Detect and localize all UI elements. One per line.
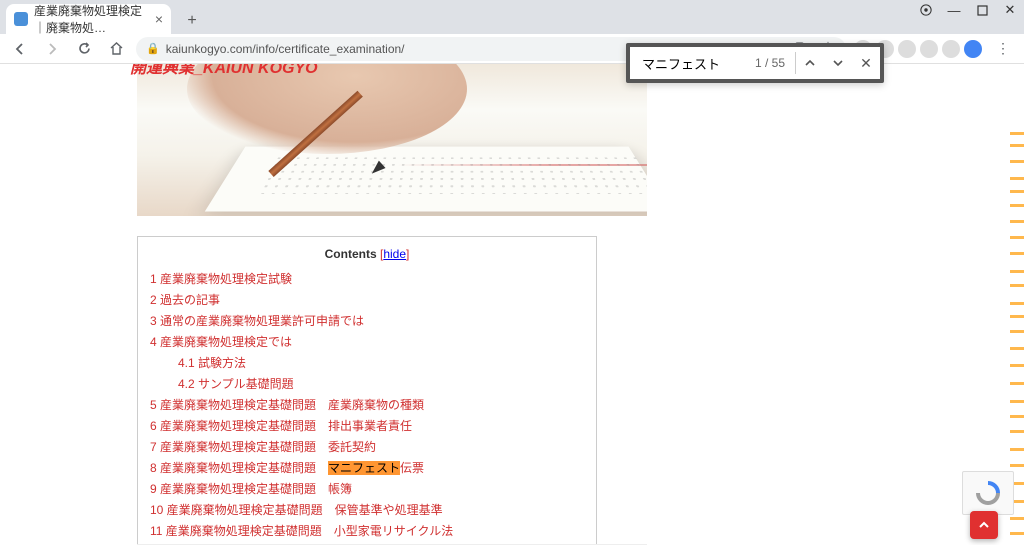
toc-link[interactable]: 11 産業廃棄物処理検定基礎問題 小型家電リサイクル法	[150, 524, 453, 538]
extension-icon-5[interactable]	[942, 40, 960, 58]
minimap-match-marker[interactable]	[1010, 160, 1024, 163]
toc-item: 8 産業廃棄物処理検定基礎問題 マニフェスト伝票	[150, 458, 584, 479]
toc-link[interactable]: 4.2 サンプル基礎問題	[178, 377, 294, 391]
toc-item: 2 過去の記事	[150, 290, 584, 311]
extension-icon-3[interactable]	[898, 40, 916, 58]
forward-button[interactable]	[40, 37, 64, 61]
toc-item: 4 産業廃棄物処理検定では	[150, 332, 584, 353]
extension-icon-4[interactable]	[920, 40, 938, 58]
toc-link[interactable]: 5 産業廃棄物処理検定基礎問題 産業廃棄物の種類	[150, 398, 424, 412]
back-button[interactable]	[8, 37, 32, 61]
tab-favicon	[14, 12, 28, 26]
toc-link[interactable]: 3 通常の産業廃棄物処理業許可申請では	[150, 314, 364, 328]
find-prev-button[interactable]	[796, 49, 824, 77]
minimap-match-marker[interactable]	[1010, 204, 1024, 207]
site-brand[interactable]: 開運興業_KAIUN KOGYO	[130, 64, 318, 78]
tab-title: 産業廃棄物処理検定｜廃棄物処…	[34, 2, 149, 36]
minimap-match-marker[interactable]	[1010, 270, 1024, 273]
minimap-match-marker[interactable]	[1010, 252, 1024, 255]
minimap-match-marker[interactable]	[1010, 430, 1024, 433]
toc-link[interactable]: 4.1 試験方法	[178, 356, 246, 370]
find-highlight: マニフェスト	[328, 461, 400, 475]
minimap-match-marker[interactable]	[1010, 464, 1024, 467]
toc-link[interactable]: 8 産業廃棄物処理検定基礎問題 マニフェスト伝票	[150, 461, 424, 475]
maximize-button[interactable]	[976, 4, 988, 16]
close-window-button[interactable]: ✕	[1004, 4, 1016, 16]
minimap-match-marker[interactable]	[1010, 132, 1024, 135]
find-next-button[interactable]	[824, 49, 852, 77]
browser-tab[interactable]: 産業廃棄物処理検定｜廃棄物処… ×	[6, 4, 171, 34]
toc-hide-link[interactable]: hide	[383, 247, 406, 261]
toc-item: 5 産業廃棄物処理検定基礎問題 産業廃棄物の種類	[150, 395, 584, 416]
toc-item: 11 産業廃棄物処理検定基礎問題 小型家電リサイクル法	[150, 521, 584, 542]
toc-item: 6 産業廃棄物処理検定基礎問題 排出事業者責任	[150, 416, 584, 437]
reload-button[interactable]	[72, 37, 96, 61]
minimap-match-marker[interactable]	[1010, 532, 1024, 535]
find-in-page-bar: 1 / 55 ✕	[626, 43, 884, 83]
toc-item: 10 産業廃棄物処理検定基礎問題 保管基準や処理基準	[150, 500, 584, 521]
find-close-button[interactable]: ✕	[852, 49, 880, 77]
minimap-match-marker[interactable]	[1010, 330, 1024, 333]
window-controls: — ✕	[920, 4, 1016, 16]
minimap-match-marker[interactable]	[1010, 448, 1024, 451]
toc-item: 4.2 サンプル基礎問題	[150, 374, 584, 395]
minimap-match-marker[interactable]	[1010, 364, 1024, 367]
find-input[interactable]	[630, 56, 745, 71]
minimap-match-marker[interactable]	[1010, 517, 1024, 520]
toc-list: 1 産業廃棄物処理検定試験 2 過去の記事 3 通常の産業廃棄物処理業許可申請では 4…	[150, 269, 584, 545]
minimap-match-marker[interactable]	[1010, 144, 1024, 147]
minimap-match-marker[interactable]	[1010, 415, 1024, 418]
minimap-match-marker[interactable]	[1010, 400, 1024, 403]
toc-link[interactable]: 1 産業廃棄物処理検定試験	[150, 272, 292, 286]
minimap-match-marker[interactable]	[1010, 177, 1024, 180]
minimap-match-marker[interactable]	[1010, 284, 1024, 287]
url-text: kaiunkogyo.com/info/certificate_examinat…	[166, 42, 405, 56]
new-tab-button[interactable]: +	[179, 8, 205, 34]
hero-image	[137, 64, 647, 216]
find-match-count: 1 / 55	[745, 56, 795, 70]
toc-item: 4.1 試験方法	[150, 353, 584, 374]
toc-item: 3 通常の産業廃棄物処理業許可申請では	[150, 311, 584, 332]
toc-link[interactable]: 10 産業廃棄物処理検定基礎問題 保管基準や処理基準	[150, 503, 443, 517]
minimap-match-marker[interactable]	[1010, 220, 1024, 223]
home-button[interactable]	[104, 37, 128, 61]
toc-link[interactable]: 6 産業廃棄物処理検定基礎問題 排出事業者責任	[150, 419, 412, 433]
recaptcha-badge[interactable]	[962, 471, 1014, 515]
minimap-match-marker[interactable]	[1010, 315, 1024, 318]
toc-link[interactable]: 9 産業廃棄物処理検定基礎問題 帳簿	[150, 482, 352, 496]
toc-link[interactable]: 2 過去の記事	[150, 293, 220, 307]
toc-item: 7 産業廃棄物処理検定基礎問題 委託契約	[150, 437, 584, 458]
minimap-match-marker[interactable]	[1010, 382, 1024, 385]
minimap-match-marker[interactable]	[1010, 302, 1024, 305]
minimap-match-marker[interactable]	[1010, 347, 1024, 350]
close-tab-icon[interactable]: ×	[155, 11, 163, 27]
minimap-match-marker[interactable]	[1010, 190, 1024, 193]
toc-title: Contents [hide]	[150, 247, 584, 261]
toc-link[interactable]: 7 産業廃棄物処理検定基礎問題 委託契約	[150, 440, 376, 454]
tab-strip: 産業廃棄物処理検定｜廃棄物処… × +	[0, 0, 1024, 34]
extension-icon-6[interactable]	[964, 40, 982, 58]
browser-menu-button[interactable]: ⋮	[990, 40, 1016, 57]
scroll-to-top-button[interactable]	[970, 511, 998, 539]
page-viewport: 開運興業_KAIUN KOGYO act Contents [hide] 1 産…	[0, 64, 1024, 545]
toc-link[interactable]: 4 産業廃棄物処理検定では	[150, 335, 292, 349]
incognito-icon	[920, 4, 932, 16]
table-of-contents: Contents [hide] 1 産業廃棄物処理検定試験 2 過去の記事 3 通常…	[137, 236, 597, 545]
toc-item: 1 産業廃棄物処理検定試験	[150, 269, 584, 290]
lock-icon: 🔒	[146, 42, 160, 55]
minimap-match-marker[interactable]	[1010, 236, 1024, 239]
toc-title-label: Contents	[325, 247, 377, 261]
minimize-button[interactable]: —	[948, 4, 960, 16]
toc-item: 9 産業廃棄物処理検定基礎問題 帳簿	[150, 479, 584, 500]
